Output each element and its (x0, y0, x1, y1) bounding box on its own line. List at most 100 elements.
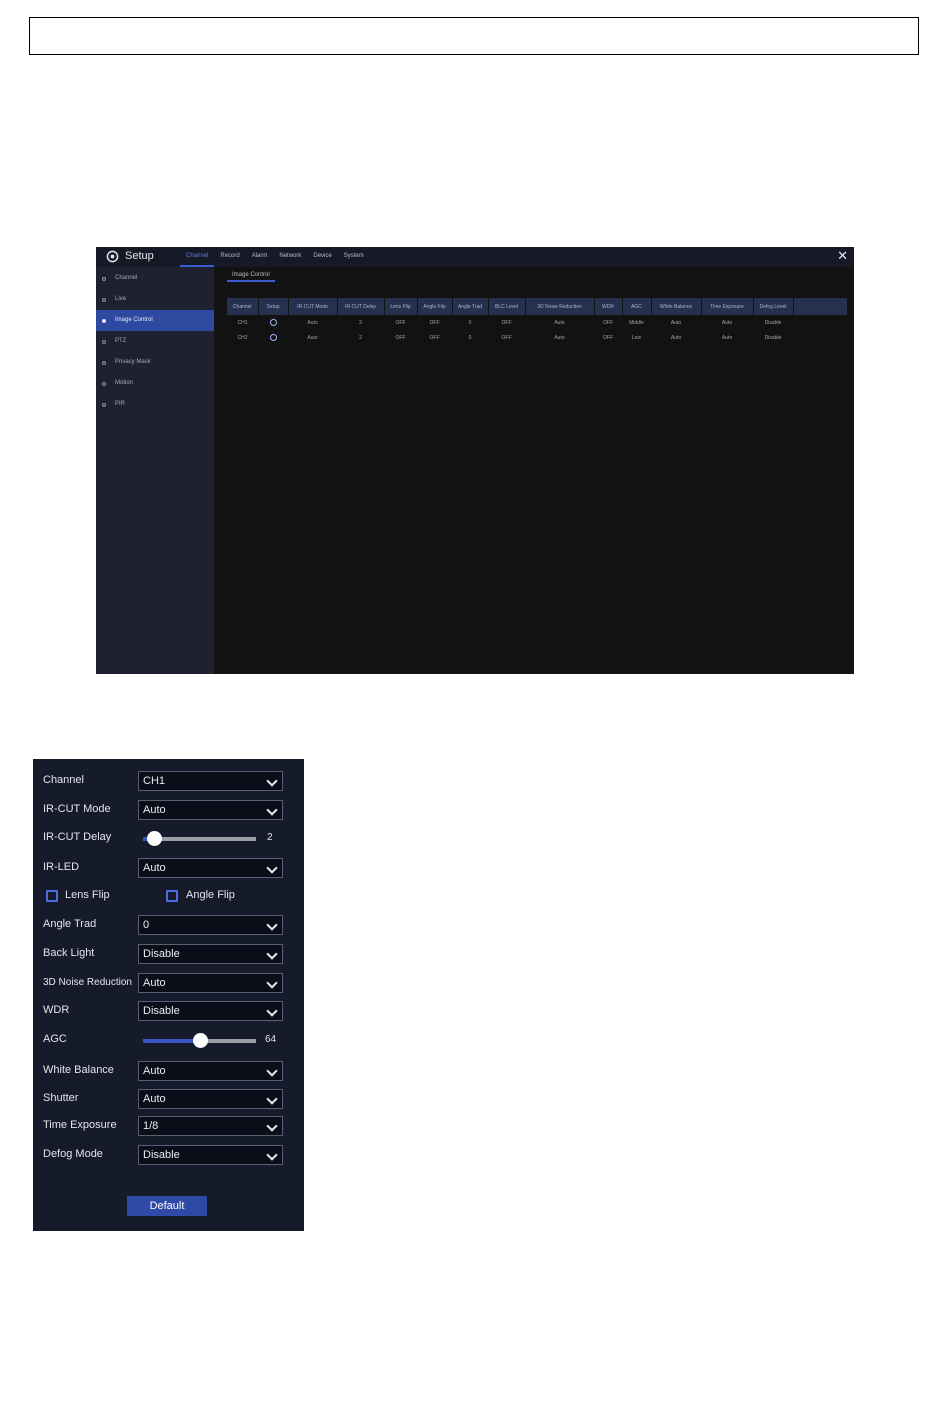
ir-led-row: IR-LED Auto (43, 858, 293, 878)
angle-trad-row: Angle Trad 0 (43, 915, 293, 935)
setup-gear-icon[interactable] (269, 319, 277, 326)
bullet-icon (102, 297, 106, 302)
setup-gear-icon[interactable] (269, 334, 277, 341)
shutter-label: Shutter (43, 1092, 79, 1104)
defog-mode-label: Defog Mode (43, 1148, 103, 1160)
agc-row: AGC 64 (43, 1030, 293, 1050)
angle-flip-checkbox[interactable] (166, 890, 178, 902)
back-light-label: Back Light (43, 947, 95, 959)
white-balance-value: Auto (143, 1065, 166, 1077)
angle-trad-select[interactable]: 0 (138, 915, 283, 935)
noise-reduction-select[interactable]: Auto (138, 973, 283, 993)
white-balance-select[interactable]: Auto (138, 1061, 283, 1081)
defog-mode-select[interactable]: Disable (138, 1145, 283, 1165)
shutter-select[interactable]: Auto (138, 1089, 283, 1109)
table-cell: Auto (721, 334, 733, 341)
lens-flip-checkbox[interactable] (46, 890, 58, 902)
angle-trad-value: 0 (143, 919, 150, 931)
agc-label: AGC (43, 1033, 67, 1045)
channel-value: CH1 (143, 775, 166, 787)
sidebar-item-ptz[interactable]: PTZ (96, 331, 214, 352)
noise-reduction-row: 3D Noise Reduction Auto (43, 973, 293, 993)
channel-label: Channel (43, 774, 84, 786)
chevron-down-icon (266, 1005, 278, 1017)
sidebar-item-label: PIR (115, 401, 126, 407)
white-balance-label: White Balance (43, 1064, 114, 1076)
ir-cut-mode-row: IR-CUT Mode Auto (43, 800, 293, 820)
table-cell: Disable (764, 334, 782, 341)
tab-channel[interactable]: Channel (180, 247, 215, 267)
lens-flip-label: Lens Flip (65, 889, 110, 901)
chevron-down-icon (266, 919, 278, 931)
table-cell-empty (793, 315, 847, 330)
sidebar-item-pir[interactable]: PIR (96, 394, 214, 415)
tab-network[interactable]: Network (273, 247, 307, 267)
table-cell: Disable (764, 319, 782, 326)
setup-window: Setup Channel Record Alarm Network Devic… (96, 247, 854, 674)
close-icon[interactable]: ✕ (837, 249, 848, 263)
channel-select[interactable]: CH1 (138, 771, 283, 791)
defog-mode-row: Defog Mode Disable (43, 1145, 293, 1165)
column-header: Channel (227, 298, 259, 315)
ir-led-select[interactable]: Auto (138, 858, 283, 878)
tab-device[interactable]: Device (307, 247, 337, 267)
time-exposure-select[interactable]: 1/8 (138, 1116, 283, 1136)
subtab-image-control[interactable]: Image Control (227, 270, 275, 282)
table-cell: OFF (395, 334, 406, 341)
back-light-value: Disable (143, 948, 180, 960)
default-button[interactable]: Default (127, 1196, 207, 1216)
ir-cut-delay-slider[interactable] (143, 831, 256, 846)
chevron-down-icon (266, 948, 278, 960)
table-cell: OFF (603, 334, 613, 341)
wdr-select[interactable]: Disable (138, 1001, 283, 1021)
chevron-down-icon (266, 775, 278, 787)
tab-alarm[interactable]: Alarm (246, 247, 274, 267)
table-cell (258, 330, 288, 345)
ir-led-label: IR-LED (43, 861, 80, 873)
column-header: Setup (258, 298, 289, 315)
sidebar-item-live[interactable]: Live (96, 289, 214, 310)
wdr-value: Disable (143, 1005, 180, 1017)
table-cell: OFF (429, 334, 440, 341)
table-cell: Auto (307, 334, 318, 341)
column-header: BLC Level (488, 298, 526, 315)
agc-value: 64 (265, 1034, 277, 1045)
slider-handle[interactable] (147, 831, 163, 846)
table-cell: OFF (429, 319, 440, 326)
ir-cut-mode-select[interactable]: Auto (138, 800, 283, 820)
wdr-row: WDR Disable (43, 1001, 293, 1021)
agc-slider[interactable] (143, 1033, 256, 1048)
column-header: AGC (622, 298, 652, 315)
table-cell: Auto (554, 319, 565, 326)
ir-cut-mode-label: IR-CUT Mode (43, 803, 111, 815)
header-frame (29, 17, 919, 55)
image-control-table: Channel Setup IR-CUT Mode IR-CUT Delay L… (227, 298, 848, 345)
image-control-panel: Channel CH1 IR-CUT Mode Auto IR-CUT Dela… (33, 759, 304, 1231)
chevron-down-icon (266, 862, 278, 874)
chevron-down-icon (266, 804, 278, 816)
slider-handle[interactable] (192, 1033, 208, 1048)
bullet-icon (102, 339, 106, 344)
table-header-row: Channel Setup IR-CUT Mode IR-CUT Delay L… (227, 298, 848, 315)
table-cell: Auto (670, 334, 682, 341)
setup-title: Setup (125, 250, 154, 262)
wdr-label: WDR (43, 1004, 70, 1016)
table-cell-empty (793, 330, 847, 345)
setup-sidebar: Channel Live Image Control PTZ Privacy M… (96, 267, 214, 674)
tab-record[interactable]: Record (214, 247, 245, 267)
sidebar-item-channel[interactable]: Channel (96, 268, 214, 289)
column-header: Angle Flip (417, 298, 453, 315)
back-light-select[interactable]: Disable (138, 944, 283, 964)
sidebar-item-image-control[interactable]: Image Control (96, 310, 214, 331)
sidebar-item-motion[interactable]: Motion (96, 373, 214, 394)
column-header: White Balance (651, 298, 702, 315)
sidebar-item-privacy-mask[interactable]: Privacy Mask (96, 352, 214, 373)
shutter-row: Shutter Auto (43, 1089, 293, 1109)
bullet-icon (102, 381, 106, 386)
bullet-icon (102, 360, 106, 365)
setup-tabs: Channel Record Alarm Network Device Syst… (180, 247, 370, 267)
table-cell: OFF (501, 334, 512, 341)
tab-system[interactable]: System (338, 247, 370, 267)
sidebar-item-label: Live (115, 296, 127, 302)
ir-cut-delay-row: IR-CUT Delay 2 (43, 828, 293, 848)
